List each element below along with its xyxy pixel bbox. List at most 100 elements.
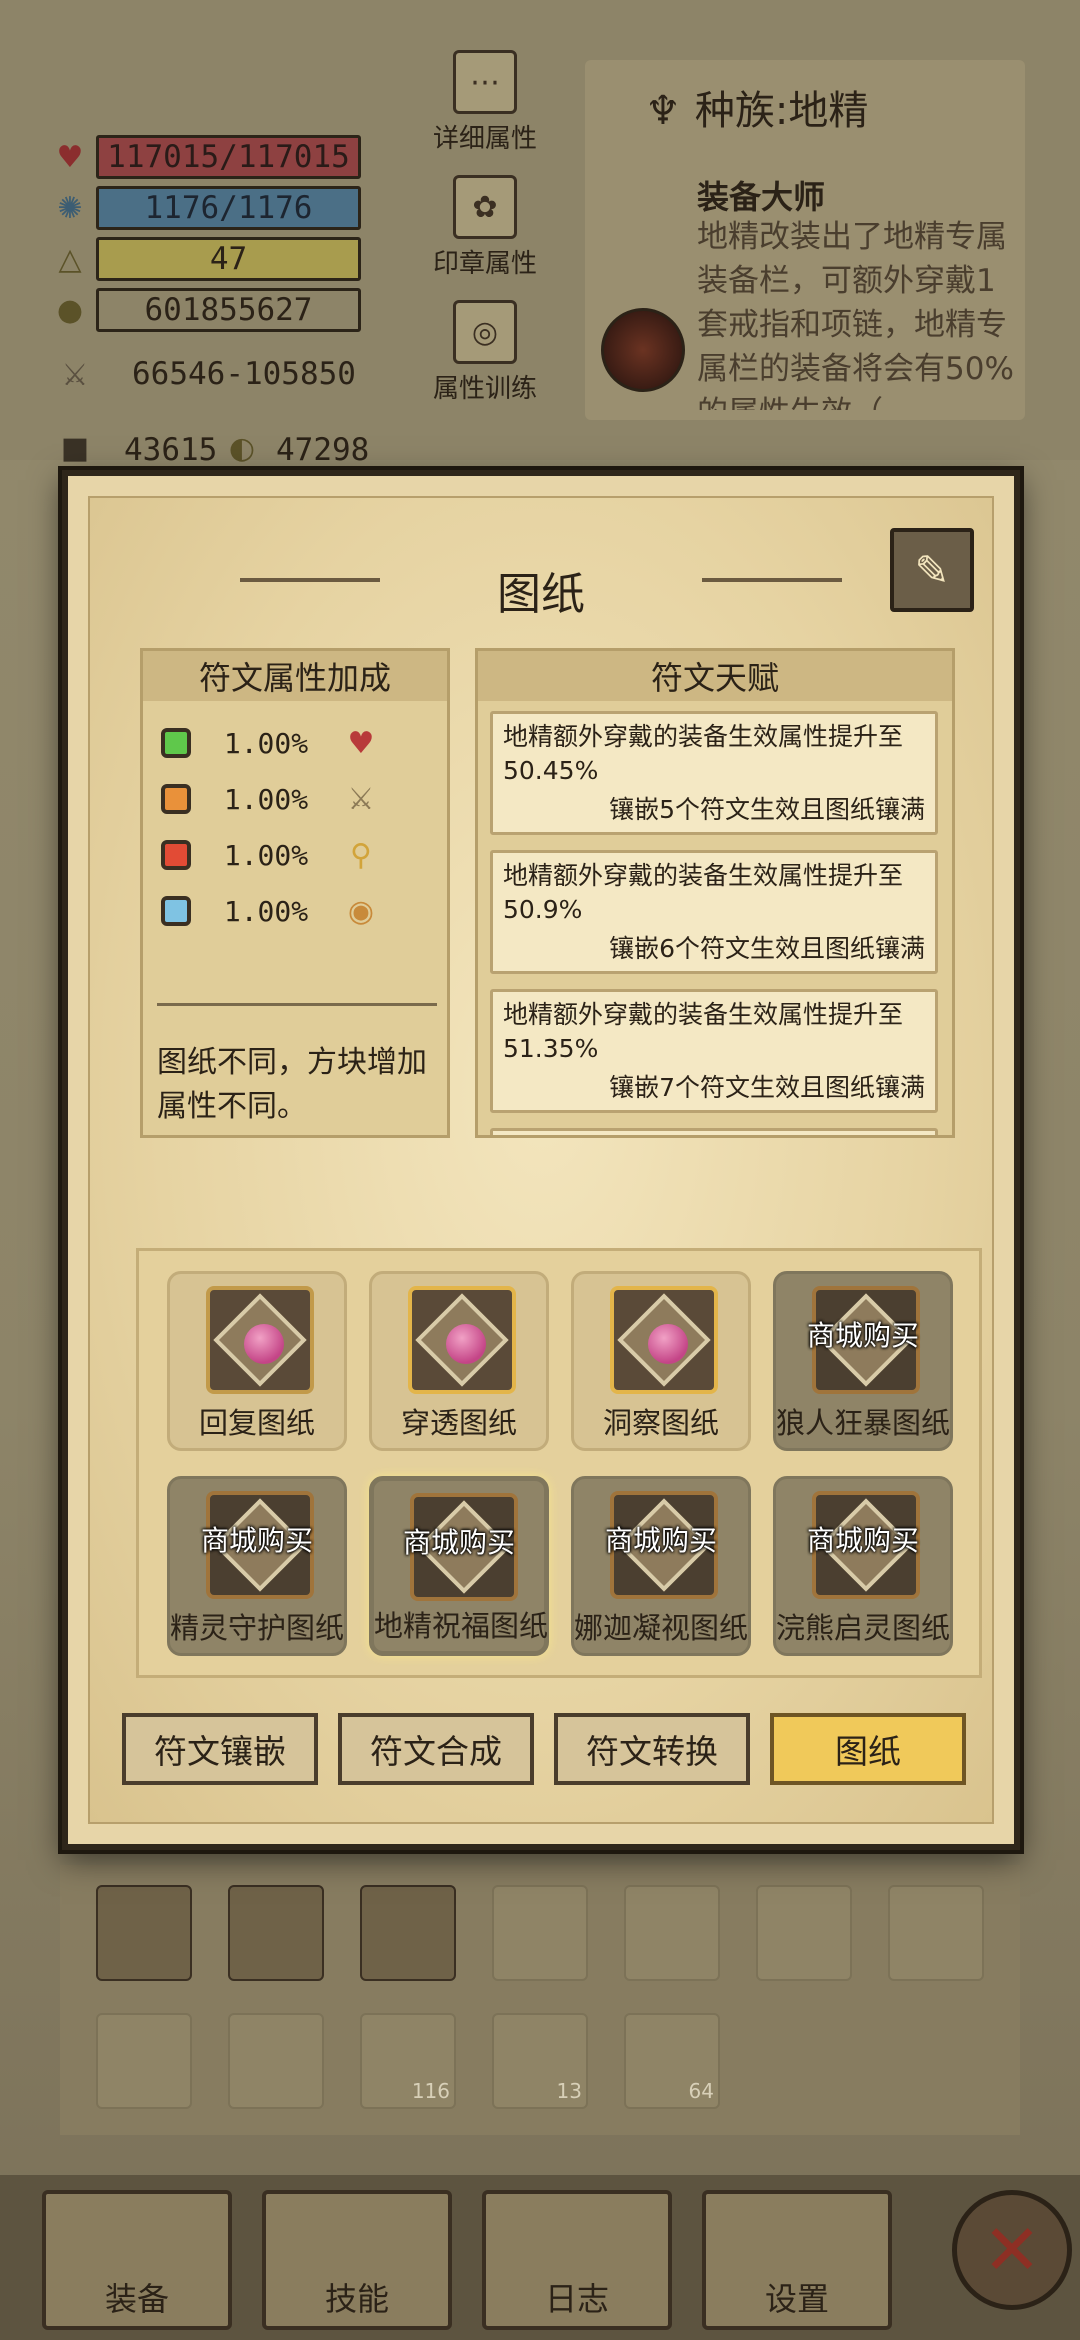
blueprint-recovery[interactable]: 回复图纸 [167,1271,347,1451]
close-icon[interactable]: ✕ [952,2190,1072,2310]
swords-icon: ⚔ [61,357,89,393]
talent-condition: 镶嵌7个符文生效且图纸镶满 [609,1073,925,1102]
shop-purchase-tag: 商城购买 [806,1319,919,1352]
blueprint-grid: 回复图纸 穿透图纸 洞察图纸 商城购买 狼人狂暴图纸 商城购买 精灵守护图纸 商… [136,1248,982,1678]
inventory-slot[interactable] [96,2013,192,2109]
blueprint-naga-gaze[interactable]: 商城购买 娜迦凝视图纸 [571,1476,751,1656]
blueprint-label: 浣熊启灵图纸 [776,1611,951,1645]
blueprint-label: 狼人狂暴图纸 [776,1406,951,1440]
tab-rune-synthesis[interactable]: 符文合成 [338,1713,534,1785]
edit-button[interactable]: ✎ [890,528,974,612]
nav-log-button[interactable]: 日志 [482,2190,672,2330]
shop-purchase-tag: 商城购买 [806,1524,919,1557]
resist-value: 47298 [276,432,370,468]
green-gem-icon [161,728,191,758]
race-title: ♆ 种族:地精 [645,78,868,136]
nav-skill-label: 技能 [324,2280,389,2318]
level-row: △ 47 [50,237,361,281]
detail-attributes-label: 详细属性 [432,124,537,154]
mana-icon: ✺ [57,190,83,226]
target-icon: ◎ [453,300,517,364]
dots-icon: ⋯ [453,50,517,114]
modal-title: 图纸 [497,569,585,620]
blueprint-label: 地精祝福图纸 [374,1609,549,1643]
race-skill-name: 装备大师 [697,178,826,216]
blueprint-elf-guard[interactable]: 商城购买 精灵守护图纸 [167,1476,347,1656]
rune-diamond-icon [610,1286,718,1394]
berry-icon [648,1324,688,1364]
inventory-slot[interactable] [228,2013,324,2109]
inventory-slot-potion-blue[interactable]: 64 [624,2013,720,2109]
nav-settings-button[interactable]: 设置 [702,2190,892,2330]
bonus-note: 图纸不同，方块增加属性不同。 [157,1045,427,1124]
staff-icon: ⚲ [350,837,372,873]
level-bar: 47 [96,237,361,281]
inventory-slot-pet[interactable]: 116 [360,2013,456,2109]
tab-rune-convert[interactable]: 符文转换 [554,1713,750,1785]
item-count: 116 [411,2079,450,2103]
talent-card: 地精额外穿戴的装备生效属性提升至50.45% 镶嵌5个符文生效且图纸镶满 [490,711,938,835]
inventory-slot-gauntlet[interactable] [360,1885,456,1981]
rune-diamond-icon [206,1286,314,1394]
rune-bonus-panel: 符文属性加成 1.00% ♥ 1.00% ⚔ 1.00% ⚲ 1.00% ◉ 图… [140,648,450,1138]
inventory-slot-robe[interactable] [228,1885,324,1981]
rune-talent-header: 符文天赋 [478,651,952,701]
swords-icon: ⚔ [347,781,375,817]
tab-rune-inlay[interactable]: 符文镶嵌 [122,1713,318,1785]
talent-description: 地精额外穿戴的装备生效属性提升至50.45% [503,722,904,785]
bonus-row: 1.00% ⚔ [161,779,431,819]
gold-icon: ● [56,292,84,328]
inventory-slot-potion-red[interactable]: 13 [492,2013,588,2109]
bonus-value: 1.00% [223,838,309,872]
talent-card: 地精额外穿戴的装备生效属性提升至51.35% 镶嵌7个符文生效且图纸镶满 [490,989,938,1113]
attribute-training-label: 属性训练 [432,374,537,404]
mp-row: ✺ 1176/1176 [50,186,361,230]
detail-attributes-button[interactable]: ⋯ 详细属性 [425,50,545,155]
race-skill-description: 地精改装出了地精专属装备栏，可额外穿戴1套戒指和项链，地精专属栏的装备将会有50… [697,219,1014,410]
pencil-icon: ✎ [914,545,950,595]
blueprint-werewolf-rage[interactable]: 商城购买 狼人狂暴图纸 [773,1271,953,1451]
seal-attributes-button[interactable]: ✿ 印章属性 [425,175,545,280]
shop-purchase-tag: 商城购买 [200,1524,313,1557]
nav-equip-button[interactable]: 装备 [42,2190,232,2330]
talent-condition: 镶嵌6个符文生效且图纸镶满 [609,934,925,963]
bonus-row: 1.00% ♥ [161,723,431,763]
blueprint-label: 洞察图纸 [602,1406,719,1440]
gear-badge-icon [601,308,685,392]
hp-bar: 117015/117015 [96,135,361,179]
defense-value: 43615 [124,432,218,468]
tab-blueprint[interactable]: 图纸 [770,1713,966,1785]
red-gem-icon [161,840,191,870]
blueprint-goblin-blessing[interactable]: 商城购买 地精祝福图纸 [369,1476,549,1656]
blueprint-label: 穿透图纸 [400,1406,517,1440]
blueprint-modal: 图纸 ✎ 符文属性加成 1.00% ♥ 1.00% ⚔ 1.00% ⚲ 1.00… [62,470,1020,1850]
bonus-value: 1.00% [223,894,309,928]
inventory-slot[interactable] [756,1885,852,1981]
attribute-training-button[interactable]: ◎ 属性训练 [425,300,545,405]
triangle-icon: △ [58,241,82,277]
gold-row: ● 601855627 [50,288,361,332]
heart-icon: ♥ [56,139,84,175]
blueprint-label: 回复图纸 [198,1406,315,1440]
blue-gem-icon [161,896,191,926]
blueprint-raccoon-spirit[interactable]: 商城购买 浣熊启灵图纸 [773,1476,953,1656]
talent-card [490,1128,938,1135]
blueprint-penetration[interactable]: 穿透图纸 [369,1271,549,1451]
hp-row: ♥ 117015/117015 [50,135,361,179]
talent-condition: 镶嵌5个符文生效且图纸镶满 [609,795,925,824]
inventory-slot[interactable] [624,1885,720,1981]
bonus-value: 1.00% [223,782,309,816]
talent-description: 地精额外穿戴的装备生效属性提升至51.35% [503,1000,904,1063]
divider [157,1003,437,1006]
inventory-slot[interactable] [888,1885,984,1981]
blueprint-insight[interactable]: 洞察图纸 [571,1271,751,1451]
inventory-slot-armor[interactable] [96,1885,192,1981]
attack-value: 66546-105850 [132,356,356,392]
race-emblem-icon: ♆ [645,88,681,134]
bonus-value: 1.00% [223,726,309,760]
blueprint-label: 精灵守护图纸 [170,1611,345,1645]
inventory-slot[interactable] [492,1885,588,1981]
modal-body: 图纸 ✎ 符文属性加成 1.00% ♥ 1.00% ⚔ 1.00% ⚲ 1.00… [88,496,994,1824]
shield-icon: ◉ [347,893,375,929]
nav-skill-button[interactable]: 技能 [262,2190,452,2330]
